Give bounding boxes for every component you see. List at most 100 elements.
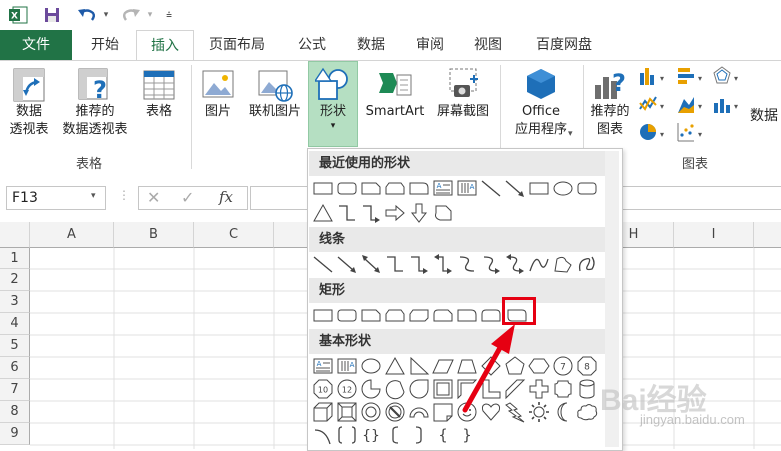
- area-chart-icon[interactable]: ▾: [676, 93, 706, 115]
- scatter-chart-icon[interactable]: ▾: [676, 121, 706, 143]
- shape-basic-octagon[interactable]: 8: [576, 355, 598, 377]
- shape-elbow-arrow-2[interactable]: [408, 253, 430, 275]
- row-header-5[interactable]: 5: [0, 335, 30, 357]
- shape-basic-arc[interactable]: [312, 424, 334, 446]
- shape-rect-snip-diagonal[interactable]: [408, 304, 430, 326]
- shape-basic-triangle[interactable]: [384, 355, 406, 377]
- shape-basic-vertical-text[interactable]: A: [336, 355, 358, 377]
- row-header-4[interactable]: 4: [0, 313, 30, 335]
- shape-scribble[interactable]: [576, 253, 598, 275]
- shape-triangle[interactable]: [312, 202, 334, 224]
- bar-chart-icon[interactable]: ▾: [676, 65, 706, 87]
- shape-basic-text-box[interactable]: A: [312, 355, 334, 377]
- shape-curved-connector[interactable]: [456, 253, 478, 275]
- shape-basic-frame[interactable]: [432, 378, 454, 400]
- shape-basic-pie[interactable]: [360, 378, 382, 400]
- redo-icon[interactable]: [118, 4, 144, 26]
- recommended-charts-button[interactable]: ? 推荐的 图表: [586, 67, 634, 139]
- shape-line[interactable]: [480, 177, 502, 199]
- tab-file[interactable]: 文件: [0, 30, 72, 60]
- shape-basic-double-bracket[interactable]: [336, 424, 358, 446]
- shape-basic-bevel[interactable]: [336, 401, 358, 423]
- shape-oval[interactable]: [552, 177, 574, 199]
- shape-elbow-connector-2[interactable]: [384, 253, 406, 275]
- shape-rectangle[interactable]: [312, 177, 334, 199]
- column-header-b[interactable]: B: [114, 222, 194, 248]
- shape-basic-chord[interactable]: [384, 378, 406, 400]
- shape-basic-right-bracket[interactable]: [408, 424, 430, 446]
- shape-basic-can[interactable]: [576, 378, 598, 400]
- name-box-dropdown-icon[interactable]: ▾: [91, 191, 96, 201]
- shape-basic-block-arc[interactable]: [408, 401, 430, 423]
- shape-arrow[interactable]: [504, 177, 526, 199]
- shape-vertical-text-box[interactable]: A: [456, 177, 478, 199]
- row-header-8[interactable]: 8: [0, 401, 30, 423]
- shape-basic-no-symbol[interactable]: [384, 401, 406, 423]
- shape-rect[interactable]: [312, 304, 334, 326]
- shape-flowchart-document[interactable]: [432, 202, 454, 224]
- insert-function-icon[interactable]: fx: [219, 188, 233, 206]
- tab-home[interactable]: 开始: [80, 30, 130, 60]
- row-header-1[interactable]: 1: [0, 248, 30, 269]
- shape-line-arrow[interactable]: [336, 253, 358, 275]
- tab-insert[interactable]: 插入: [136, 30, 194, 61]
- shape-curved-arrow-connector[interactable]: [480, 253, 502, 275]
- shape-snip-same-side-rectangle[interactable]: [384, 177, 406, 199]
- undo-dropdown-icon[interactable]: ▾: [100, 4, 112, 26]
- shape-curve[interactable]: [528, 253, 550, 275]
- shape-elbow-arrow-connector[interactable]: [360, 202, 382, 224]
- shapes-button[interactable]: 形状 ▾: [308, 61, 358, 147]
- tab-view[interactable]: 视图: [465, 30, 511, 60]
- row-header-6[interactable]: 6: [0, 357, 30, 379]
- shape-line-plain[interactable]: [312, 253, 334, 275]
- shape-basic-right-triangle[interactable]: [408, 355, 430, 377]
- shape-basic-dodecagon[interactable]: 12: [336, 378, 358, 400]
- shape-basic-moon[interactable]: [552, 401, 574, 423]
- column-header-i[interactable]: I: [674, 222, 754, 248]
- shape-rect-snip-single[interactable]: [360, 304, 382, 326]
- redo-dropdown-icon[interactable]: ▾: [144, 4, 156, 26]
- shape-basic-cloud[interactable]: [576, 401, 598, 423]
- shape-basic-oval[interactable]: [360, 355, 382, 377]
- row-header-2[interactable]: 2: [0, 269, 30, 291]
- shape-rect-snip-same[interactable]: [384, 304, 406, 326]
- row-header-9[interactable]: 9: [0, 423, 30, 445]
- row-header-7[interactable]: 7: [0, 379, 30, 401]
- shape-round-corner-rectangle[interactable]: [408, 177, 430, 199]
- shape-basic-teardrop[interactable]: [408, 378, 430, 400]
- tab-page-layout[interactable]: 页面布局: [200, 30, 274, 60]
- shape-elbow-double-arrow[interactable]: [432, 253, 454, 275]
- tab-formulas[interactable]: 公式: [288, 30, 336, 60]
- shape-snip-corner-rectangle[interactable]: [360, 177, 382, 199]
- picture-button[interactable]: 图片: [196, 67, 240, 121]
- shape-basic-plaque[interactable]: [552, 378, 574, 400]
- recommended-pivot-button[interactable]: ? 推荐的 数据透视表: [56, 67, 134, 139]
- online-picture-button[interactable]: 联机图片: [244, 67, 306, 121]
- shape-basic-left-bracket[interactable]: [384, 424, 406, 446]
- office-apps-button[interactable]: Office 应用程序: [504, 67, 578, 139]
- column-header-c[interactable]: C: [194, 222, 274, 248]
- shape-line-double-arrow[interactable]: [360, 253, 382, 275]
- customize-qat-icon[interactable]: ⩮: [162, 4, 176, 26]
- shape-basic-cube[interactable]: [312, 401, 334, 423]
- shape-rounded-rectangle-recent[interactable]: [576, 177, 598, 199]
- shape-basic-folded-corner[interactable]: [432, 401, 454, 423]
- shape-text-box[interactable]: A: [432, 177, 454, 199]
- save-icon[interactable]: [40, 4, 64, 26]
- row-header-3[interactable]: 3: [0, 291, 30, 313]
- undo-icon[interactable]: [74, 4, 100, 26]
- cancel-icon[interactable]: ✕: [147, 188, 160, 207]
- screenshot-button[interactable]: 屏幕截图: [430, 67, 496, 121]
- shape-curved-double-arrow[interactable]: [504, 253, 526, 275]
- enter-icon[interactable]: ✓: [181, 188, 194, 207]
- shape-down-arrow[interactable]: [408, 202, 430, 224]
- shape-right-arrow[interactable]: [384, 202, 406, 224]
- shape-basic-double-brace[interactable]: {}: [360, 424, 382, 446]
- select-all-corner[interactable]: [0, 222, 30, 248]
- combo-chart-icon[interactable]: ▾: [712, 93, 742, 115]
- name-box[interactable]: F13 ▾: [6, 186, 106, 210]
- tab-baidu-pan[interactable]: 百度网盘: [526, 30, 602, 60]
- column-header-j[interactable]: [754, 222, 781, 248]
- column-header-a[interactable]: A: [30, 222, 114, 248]
- shape-elbow-connector[interactable]: [336, 202, 358, 224]
